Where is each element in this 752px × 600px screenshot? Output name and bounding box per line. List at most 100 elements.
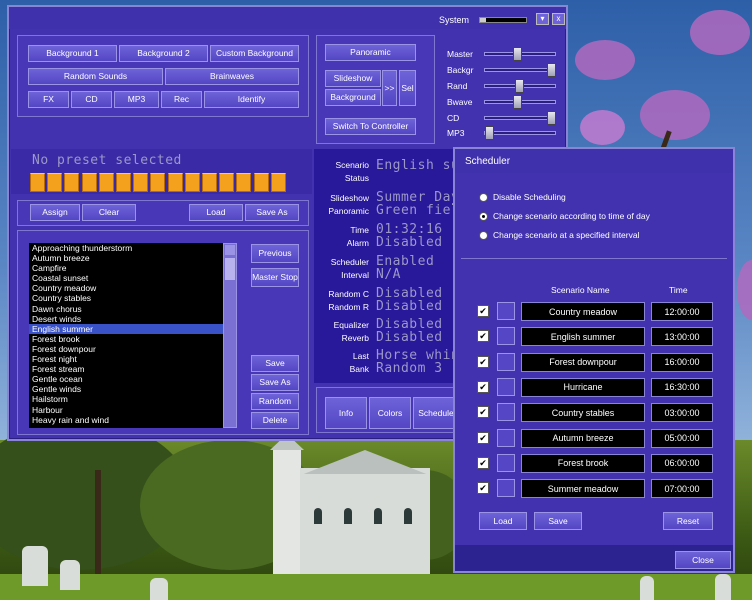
- custom-background-button[interactable]: Custom Background: [210, 45, 299, 62]
- schedule-row-scenario[interactable]: Country meadow: [521, 302, 645, 321]
- identify-button[interactable]: Identify: [204, 91, 299, 108]
- list-item[interactable]: Gentle winds: [29, 384, 223, 394]
- schedule-row-time[interactable]: 16:30:00: [651, 377, 713, 397]
- preset-slot[interactable]: [219, 173, 235, 192]
- scheduler-option-label[interactable]: Change scenario according to time of day: [493, 211, 650, 221]
- list-item[interactable]: Desert winds: [29, 314, 223, 324]
- list-item[interactable]: Forest downpour: [29, 344, 223, 354]
- schedule-row-scenario[interactable]: Autumn breeze: [521, 428, 645, 448]
- list-item[interactable]: English summer: [29, 323, 223, 334]
- list-item[interactable]: Harbour: [29, 405, 223, 415]
- random-button[interactable]: Random: [251, 393, 299, 410]
- master-stop-button[interactable]: Master Stop: [251, 268, 299, 287]
- preset-slot[interactable]: [98, 173, 114, 192]
- switch-controller-button[interactable]: Switch To Controller: [325, 118, 416, 135]
- delete-button[interactable]: Delete: [251, 412, 299, 429]
- mixer-slider[interactable]: [484, 95, 556, 109]
- preset-slot[interactable]: [253, 173, 269, 192]
- previous-button[interactable]: Previous: [251, 244, 299, 263]
- preset-slot[interactable]: [236, 173, 252, 192]
- list-item[interactable]: Coastal sunset: [29, 273, 223, 283]
- schedule-row-select-button[interactable]: [497, 377, 515, 396]
- schedule-row-scenario[interactable]: Forest brook: [521, 453, 645, 473]
- scroll-up-icon[interactable]: [225, 245, 235, 255]
- preset-slot[interactable]: [64, 173, 80, 192]
- schedule-row-checkbox[interactable]: ✔: [477, 380, 489, 393]
- schedule-row-checkbox[interactable]: ✔: [477, 305, 489, 317]
- mixer-slider[interactable]: [484, 63, 556, 77]
- schedule-row-time[interactable]: 06:00:00: [651, 453, 713, 473]
- schedule-row-select-button[interactable]: [497, 403, 515, 422]
- list-item[interactable]: Hailstorm: [29, 394, 223, 404]
- colors-button[interactable]: Colors: [369, 397, 411, 429]
- background2-button[interactable]: Background 2: [119, 45, 208, 62]
- mp3-button[interactable]: MP3: [114, 91, 159, 108]
- mixer-slider-knob[interactable]: [513, 47, 522, 61]
- mixer-slider[interactable]: [484, 126, 556, 140]
- scheduler-load-button[interactable]: Load: [479, 512, 527, 530]
- schedule-row-select-button[interactable]: [497, 352, 515, 371]
- schedule-row-scenario[interactable]: Country stables: [521, 403, 645, 423]
- mixer-slider-knob[interactable]: [547, 111, 556, 125]
- mixer-slider[interactable]: [484, 111, 556, 125]
- close-icon[interactable]: x: [552, 13, 565, 25]
- schedule-row-time[interactable]: 12:00:00: [651, 302, 713, 321]
- scheduler-reset-button[interactable]: Reset: [663, 512, 713, 530]
- preset-slot[interactable]: [30, 173, 45, 192]
- schedule-row-scenario[interactable]: Forest downpour: [521, 352, 645, 372]
- scheduler-option-radio[interactable]: [479, 231, 488, 240]
- list-item[interactable]: Campfire: [29, 263, 223, 273]
- schedule-row-select-button[interactable]: [497, 302, 515, 320]
- preset-slot[interactable]: [81, 173, 97, 192]
- panoramic-button[interactable]: Panoramic: [325, 44, 416, 61]
- cd-button[interactable]: CD: [71, 91, 112, 108]
- slideshow-button[interactable]: Slideshow: [325, 70, 381, 87]
- mixer-slider[interactable]: [484, 79, 556, 93]
- list-item[interactable]: Forest night: [29, 354, 223, 364]
- preset-slot[interactable]: [133, 173, 149, 192]
- preset-slot[interactable]: [167, 173, 183, 192]
- scheduler-close-button[interactable]: Close: [675, 551, 731, 569]
- fx-button[interactable]: FX: [28, 91, 69, 108]
- schedule-row-checkbox[interactable]: ✔: [477, 456, 489, 469]
- next-button[interactable]: >>: [382, 70, 397, 106]
- list-item[interactable]: Gentle ocean: [29, 374, 223, 384]
- schedule-row-scenario[interactable]: English summer: [521, 327, 645, 347]
- list-item[interactable]: Autumn breeze: [29, 253, 223, 263]
- mixer-slider-knob[interactable]: [547, 63, 556, 77]
- assign-button[interactable]: Assign: [30, 204, 80, 221]
- schedule-row-checkbox[interactable]: ✔: [477, 406, 489, 419]
- mixer-slider-knob[interactable]: [485, 126, 494, 140]
- scroll-thumb[interactable]: [225, 258, 235, 280]
- mixer-slider-knob[interactable]: [515, 79, 524, 93]
- preset-slot[interactable]: [116, 173, 131, 192]
- schedule-row-select-button[interactable]: [497, 453, 515, 472]
- scheduler-option-label[interactable]: Disable Scheduling: [493, 192, 566, 202]
- scenario-list[interactable]: Approaching thunderstorm Autumn breeze Cam…: [29, 243, 223, 428]
- schedule-row-select-button[interactable]: [497, 428, 515, 447]
- load-preset-button[interactable]: Load: [189, 204, 243, 221]
- mixer-slider-knob[interactable]: [513, 95, 522, 109]
- scheduler-save-button[interactable]: Save: [534, 512, 582, 530]
- preset-slot[interactable]: [184, 173, 200, 192]
- background1-button[interactable]: Background 1: [28, 45, 117, 62]
- minimize-icon[interactable]: ▾: [536, 13, 549, 25]
- scenario-list-scrollbar[interactable]: [223, 243, 237, 428]
- schedule-row-scenario[interactable]: Summer meadow: [521, 479, 645, 499]
- list-item[interactable]: Approaching thunderstorm: [29, 243, 223, 253]
- schedule-row-time[interactable]: 07:00:00: [651, 479, 713, 499]
- list-item[interactable]: Country stables: [29, 293, 223, 303]
- scheduler-option-radio[interactable]: [479, 212, 488, 221]
- preset-slot[interactable]: [270, 173, 286, 192]
- save-button[interactable]: Save: [251, 355, 299, 372]
- list-item[interactable]: Forest stream: [29, 364, 223, 374]
- select-button[interactable]: Sel: [399, 70, 416, 106]
- scheduler-option-radio[interactable]: [479, 193, 488, 202]
- schedule-row-scenario[interactable]: Hurricane: [521, 377, 645, 397]
- rec-button[interactable]: Rec: [161, 91, 202, 108]
- save-as-button[interactable]: Save As: [251, 374, 299, 391]
- preset-slot[interactable]: [202, 173, 217, 192]
- info-button[interactable]: Info: [325, 397, 367, 429]
- schedule-row-checkbox[interactable]: ✔: [477, 431, 489, 444]
- schedule-row-checkbox[interactable]: ✔: [477, 482, 489, 495]
